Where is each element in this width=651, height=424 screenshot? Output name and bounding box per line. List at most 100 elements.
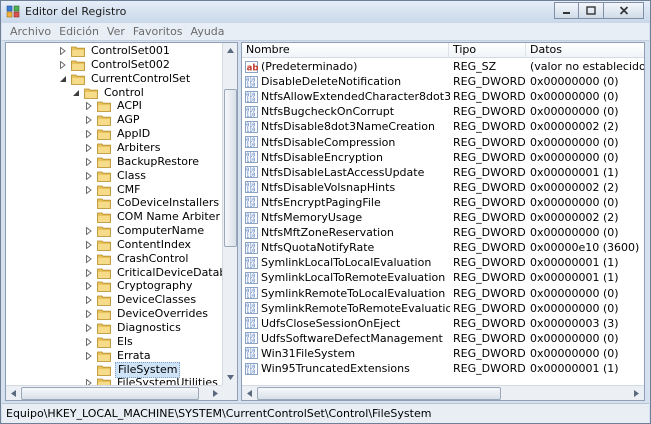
expand-arrow-icon[interactable] [84, 143, 94, 153]
scroll-left-button[interactable] [6, 386, 21, 400]
value-row[interactable]: 010 110 SymlinkRemoteToLocalEvaluation REG_… [242, 286, 644, 301]
scroll-down-button[interactable] [223, 370, 237, 385]
value-row[interactable]: 010 110 NtfsDisableVolsnapHints REG_DWORD 0x… [242, 180, 644, 195]
tree-vertical-scrollbar[interactable] [222, 43, 237, 385]
expand-arrow-icon[interactable] [84, 281, 94, 291]
tree-node[interactable]: ContentIndex [84, 238, 193, 252]
column-header-data[interactable]: Datos [526, 43, 644, 58]
expand-arrow-icon[interactable] [84, 309, 94, 319]
expand-arrow-icon[interactable] [84, 240, 94, 250]
value-row[interactable]: 010 110 UdfsCloseSessionOnEject REG_DWORD 0x… [242, 316, 644, 331]
column-header-name[interactable]: Nombre [242, 43, 449, 58]
tree-node[interactable]: Arbiters [84, 141, 162, 155]
maximize-button[interactable] [579, 2, 604, 19]
expand-arrow-icon[interactable] [84, 226, 94, 236]
list-horizontal-scroll-thumb[interactable] [257, 387, 501, 400]
expand-arrow-icon[interactable] [84, 157, 94, 167]
chevron-up-icon [227, 48, 234, 53]
value-row[interactable]: 010 110 SymlinkLocalToLocalEvaluation REG_D… [242, 255, 644, 270]
value-row[interactable]: 010 110 UdfsSoftwareDefectManagement REG_DW… [242, 331, 644, 346]
expand-arrow-icon[interactable] [84, 295, 94, 305]
expand-arrow-icon[interactable] [84, 323, 94, 333]
expand-arrow-icon[interactable] [84, 337, 94, 347]
title-bar[interactable]: Editor del Registro [1, 1, 650, 23]
tree-node[interactable]: ControlSet001 [58, 44, 172, 58]
menu-bar: Archivo Edición Ver Favoritos Ayuda [2, 23, 649, 41]
value-row[interactable]: 010 110 NtfsMftZoneReservation REG_DWORD 0x0… [242, 225, 644, 240]
expand-arrow-icon[interactable] [84, 268, 94, 278]
value-row[interactable]: ab (Predeterminado) REG_SZ (valor no establ… [242, 59, 644, 74]
value-row[interactable]: 010 110 Win95TruncatedExtensions REG_DWORD 0… [242, 361, 644, 376]
tree-node[interactable]: CMF [84, 183, 143, 197]
tree-node[interactable]: FileSystem [84, 361, 181, 378]
tree-node[interactable]: Cryptography [84, 279, 194, 293]
expand-arrow-icon[interactable] [84, 171, 94, 181]
tree-node[interactable]: AppID [84, 127, 152, 141]
value-row[interactable]: 010 110 DisableDeleteNotification REG_DWORD… [242, 74, 644, 89]
folder-icon [97, 322, 111, 334]
tree-node[interactable]: DeviceClasses [84, 293, 198, 307]
collapse-arrow-icon[interactable] [58, 74, 68, 84]
tree-vertical-scroll-thumb[interactable] [224, 89, 237, 247]
tree-node[interactable]: Class [84, 169, 148, 183]
menu-ayuda[interactable]: Ayuda [187, 23, 229, 40]
tree-node[interactable]: COM Name Arbiter [84, 210, 222, 224]
value-row[interactable]: 010 110 NtfsMemoryUsage REG_DWORD 0x00000002… [242, 210, 644, 225]
collapse-arrow-icon[interactable] [71, 88, 81, 98]
scroll-left-button[interactable] [242, 386, 257, 400]
tree-node[interactable]: ControlSet002 [58, 58, 172, 72]
value-row[interactable]: 010 110 NtfsDisableEncryption REG_DWORD 0x00… [242, 150, 644, 165]
menu-archivo[interactable]: Archivo [6, 23, 55, 40]
values-list-pane[interactable]: Nombre Tipo Datos ab (Predeterminado) REG_… [241, 42, 645, 401]
key-tree-pane[interactable]: ControlSet001 ControlSet002 CurrentControl… [5, 42, 238, 401]
tree-node[interactable]: Control [71, 86, 146, 100]
expand-arrow-icon[interactable] [84, 378, 94, 385]
tree-node[interactable]: CurrentControlSet [58, 72, 192, 86]
value-row[interactable]: 010 110 NtfsDisable8dot3NameCreation REG_DW… [242, 119, 644, 134]
menu-favoritos[interactable]: Favoritos [129, 23, 187, 40]
scroll-up-button[interactable] [223, 43, 237, 58]
expand-arrow-icon[interactable] [84, 115, 94, 125]
close-button[interactable] [604, 2, 644, 19]
tree-node[interactable]: Diagnostics [84, 321, 183, 335]
expand-arrow-icon[interactable] [84, 254, 94, 264]
expand-arrow-icon[interactable] [84, 129, 94, 139]
tree-node[interactable]: CrashControl [84, 252, 190, 266]
menu-ver[interactable]: Ver [103, 23, 129, 40]
minimize-button[interactable] [554, 2, 579, 19]
value-name-cell: 010 110 SymlinkLocalToRemoteEvaluation [245, 270, 450, 285]
tree-node[interactable]: ComputerName [84, 224, 206, 238]
value-row[interactable]: 010 110 NtfsBugcheckOnCorrupt REG_DWORD 0x00… [242, 104, 644, 119]
tree-node[interactable]: Els [84, 335, 135, 349]
scroll-right-button[interactable] [629, 386, 644, 400]
scroll-right-button[interactable] [208, 386, 223, 400]
expand-arrow-icon[interactable] [84, 185, 94, 195]
expand-arrow-icon[interactable] [58, 46, 68, 56]
expand-arrow-icon[interactable] [84, 101, 94, 111]
value-row[interactable]: 010 110 SymlinkLocalToRemoteEvaluation REG_… [242, 270, 644, 285]
tree-node[interactable]: DeviceOverrides [84, 307, 210, 321]
value-row[interactable]: 010 110 NtfsDisableLastAccessUpdate REG_DWO… [242, 165, 644, 180]
list-horizontal-scrollbar[interactable] [242, 385, 644, 400]
value-row[interactable]: 010 110 SymlinkRemoteToRemoteEvaluation REG… [242, 301, 644, 316]
tree-node[interactable]: ACPI [84, 99, 144, 113]
tree-node[interactable]: CoDeviceInstallers [84, 196, 221, 210]
menu-edicion[interactable]: Edición [55, 23, 103, 40]
tree-node[interactable]: BackupRestore [84, 155, 201, 169]
tree-node-label: ComputerName [117, 224, 205, 238]
column-header-type[interactable]: Tipo [449, 43, 526, 58]
tree-node[interactable]: AGP [84, 113, 142, 127]
tree-node[interactable]: FileSystemUtilities [84, 376, 220, 385]
tree-horizontal-scroll-thumb[interactable] [21, 387, 199, 400]
value-row[interactable]: 010110NtfsAllowExtendedCharacter8dot3Ren… [242, 89, 644, 104]
expand-arrow-icon[interactable] [84, 351, 94, 361]
tree-horizontal-scrollbar[interactable] [6, 385, 223, 400]
tree-node[interactable]: CriticalDeviceDatabase [84, 266, 223, 280]
value-row[interactable]: 010 110 NtfsQuotaNotifyRate REG_DWORD 0x0000… [242, 240, 644, 255]
expand-arrow-icon[interactable] [58, 60, 68, 70]
value-row[interactable]: 010 110 NtfsDisableCompression REG_DWORD 0x0… [242, 135, 644, 150]
value-row[interactable]: 010 110 NtfsEncryptPagingFile REG_DWORD 0x00… [242, 195, 644, 210]
value-name: NtfsDisableVolsnapHints [261, 180, 396, 194]
tree-node-label: Cryptography [117, 279, 193, 293]
value-row[interactable]: 010 110 Win31FileSystem REG_DWORD 0x00000000… [242, 346, 644, 361]
